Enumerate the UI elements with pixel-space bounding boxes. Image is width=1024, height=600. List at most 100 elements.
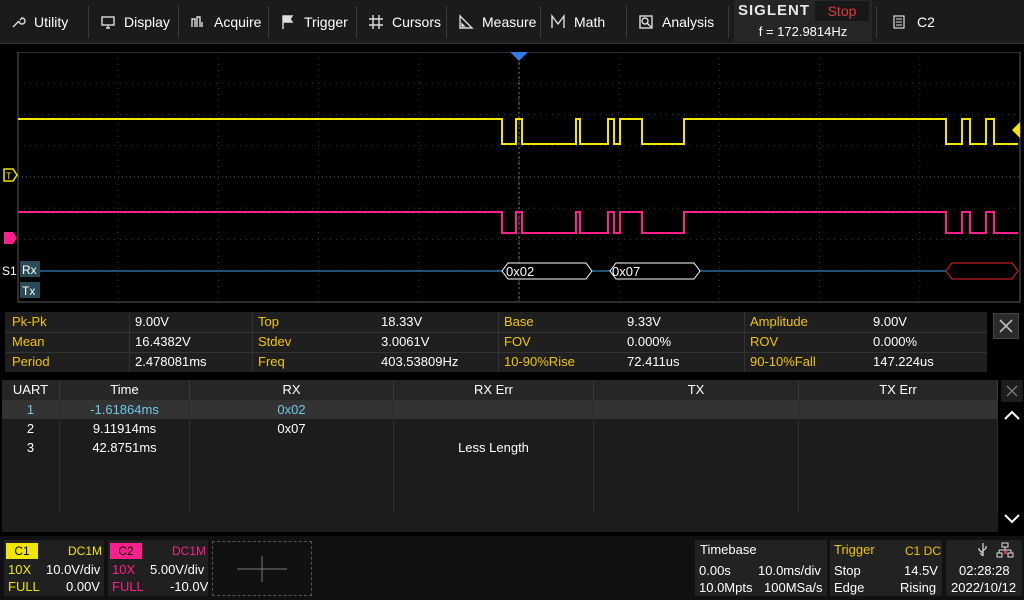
- memory-depth: 10.0Mpts: [699, 580, 753, 595]
- measurement-label: Stdev: [258, 334, 292, 349]
- decode-frame-value: 0x02: [506, 264, 534, 279]
- ch1-coupling: DC1M: [68, 544, 103, 558]
- decode-frame[interactable]: 0x02: [501, 262, 593, 280]
- row-tx: [594, 438, 799, 457]
- cursor-crosshair-icon: [368, 14, 384, 30]
- ch1-scale: 10.0V/div: [46, 562, 101, 577]
- menu-cursors[interactable]: Cursors: [358, 0, 448, 44]
- measurement-value: 147.224us: [873, 354, 934, 369]
- menu-trigger-label: Trigger: [304, 14, 348, 30]
- frequency-counter: f = 172.9814Hz: [758, 24, 848, 39]
- row-rx-err: [394, 400, 594, 419]
- decode-header-rx-err: RX Err: [394, 380, 594, 400]
- ch1-tag: C1: [6, 543, 38, 559]
- timebase-scale: 10.0ms/div: [758, 563, 821, 578]
- row-index: 2: [2, 419, 60, 438]
- row-rx: [190, 438, 394, 457]
- trigger-slope: Rising: [900, 580, 937, 595]
- menu-utility[interactable]: Utility: [0, 0, 90, 44]
- trigger-source: C1 DC: [905, 544, 942, 558]
- measurement-value: 72.411us: [627, 354, 680, 369]
- bus-label: S1: [2, 264, 17, 278]
- measurement-label: ROV: [750, 334, 779, 349]
- monitor-icon: [100, 14, 116, 30]
- waveform-display[interactable]: 0x02 0x07 T S1 Rx Tx: [0, 52, 1024, 304]
- row-index: 1: [2, 400, 60, 419]
- usb-icon: [976, 542, 990, 558]
- measurement-label: Top: [258, 314, 279, 329]
- decode-table-close-button[interactable]: [1001, 380, 1023, 402]
- decode-frame-error[interactable]: [945, 262, 1019, 280]
- measurement-close-button[interactable]: [993, 313, 1019, 339]
- table-row[interactable]: 3 42.8751ms Less Length: [2, 438, 998, 457]
- row-tx-err: [799, 438, 998, 457]
- tx-label: Tx: [22, 284, 35, 298]
- top-menu-bar: Utility Display Acquire Trigger Cursors …: [0, 0, 1024, 44]
- close-icon: [1005, 384, 1019, 398]
- menu-cursors-label: Cursors: [392, 14, 442, 30]
- add-channel-box[interactable]: [212, 541, 312, 596]
- channel-menu-icon: [893, 15, 905, 29]
- ch2-bandwidth: FULL: [112, 579, 144, 594]
- decode-table: UART Time RX RX Err TX TX Err 1 -1.61864…: [2, 380, 998, 532]
- table-row[interactable]: 1 -1.61864ms 0x02: [2, 400, 998, 419]
- acquire-icon: [190, 14, 206, 30]
- measure-icon: [458, 14, 474, 30]
- brand-logo: SIGLENT: [738, 2, 811, 19]
- ch1-bandwidth: FULL: [8, 579, 40, 594]
- menu-display[interactable]: Display: [90, 0, 180, 44]
- row-rx: 0x07: [190, 419, 394, 438]
- ch1-offset: 0.00V: [66, 579, 100, 594]
- math-icon: [550, 14, 566, 30]
- menu-trigger[interactable]: Trigger: [270, 0, 358, 44]
- decode-frame[interactable]: 0x07: [609, 262, 701, 280]
- row-rx-err: [394, 419, 594, 438]
- measurement-value: 2.478081ms: [135, 354, 207, 369]
- menu-utility-label: Utility: [34, 14, 69, 30]
- plus-icon: [235, 554, 289, 584]
- measurement-value: 3.0061V: [381, 334, 430, 349]
- close-icon: [998, 318, 1014, 334]
- measurement-label: 90-10%Fall: [750, 354, 816, 369]
- table-row[interactable]: 2 9.11914ms 0x07: [2, 419, 998, 438]
- measurement-label: Base: [504, 314, 534, 329]
- rx-label: Rx: [22, 263, 37, 277]
- trigger-title: Trigger: [834, 542, 875, 557]
- ch2-offset-marker[interactable]: [4, 232, 17, 244]
- menu-analysis-label: Analysis: [662, 14, 715, 30]
- active-channel-label: C2: [917, 14, 935, 30]
- row-index: 3: [2, 438, 60, 457]
- svg-text:T: T: [6, 171, 12, 181]
- measurement-label: 10-90%Rise: [504, 354, 575, 369]
- active-channel-indicator[interactable]: C2: [893, 0, 935, 44]
- row-tx-err: [799, 400, 998, 419]
- row-tx-err: [799, 419, 998, 438]
- row-tx: [594, 400, 799, 419]
- menu-measure[interactable]: Measure: [448, 0, 540, 44]
- measurement-value: 403.53809Hz: [381, 354, 459, 369]
- ch2-offset: -10.0V: [170, 579, 209, 594]
- ch2-probe: 10X: [112, 562, 136, 577]
- run-stop-badge[interactable]: Stop: [815, 1, 869, 21]
- scroll-down-button[interactable]: [1001, 508, 1023, 530]
- decode-header-rx: RX: [190, 380, 394, 400]
- timebase-title: Timebase: [700, 542, 757, 557]
- trigger-level: 14.5V: [904, 563, 938, 578]
- measurement-value: 9.33V: [627, 314, 661, 329]
- wrench-icon: [10, 14, 26, 30]
- row-tx: [594, 419, 799, 438]
- analysis-icon: [638, 14, 654, 30]
- flag-icon: [280, 14, 296, 30]
- row-rx-err: Less Length: [394, 438, 594, 457]
- menu-acquire[interactable]: Acquire: [180, 0, 270, 44]
- clock-time: 02:28:28: [959, 563, 1010, 578]
- scroll-up-button[interactable]: [1001, 404, 1023, 426]
- measurement-value: 0.000%: [873, 334, 918, 349]
- oscilloscope-screen: Utility Display Acquire Trigger Cursors …: [0, 0, 1024, 600]
- menu-analysis[interactable]: Analysis: [628, 0, 728, 44]
- row-time: 9.11914ms: [60, 419, 190, 438]
- menu-math[interactable]: Math: [540, 0, 626, 44]
- table-row-empty: [2, 495, 998, 514]
- ch1-probe: 10X: [8, 562, 32, 577]
- chevron-up-icon: [1003, 409, 1021, 421]
